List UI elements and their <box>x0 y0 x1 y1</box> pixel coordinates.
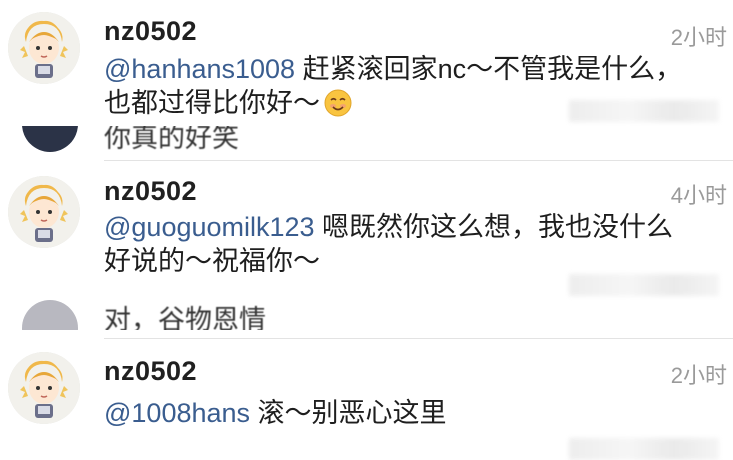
comment-list: nz0502 2小时 @hanhans1008 赶紧滚回家nc～不管我是什么， … <box>0 0 733 460</box>
timestamp: 4小时 <box>670 183 727 208</box>
timestamp: 2小时 <box>670 363 727 388</box>
avatar[interactable] <box>8 176 80 248</box>
divider <box>104 338 733 339</box>
comment-body: 赶紧滚回家nc～不管我是什么， <box>295 54 683 84</box>
comment-body: 滚～别恶心这里 <box>250 398 447 428</box>
partial-comment-text: 你真的好笑 <box>104 126 239 153</box>
cartoon-girl-avatar-icon <box>8 12 80 84</box>
mention-link[interactable]: @1008hans <box>104 398 250 428</box>
blurred-region <box>569 100 719 122</box>
blurred-region <box>569 438 719 460</box>
username[interactable]: nz0502 <box>104 356 197 387</box>
blurred-region <box>569 274 719 296</box>
mention-link[interactable]: @guoguomilk123 <box>104 212 315 242</box>
divider <box>104 160 733 161</box>
mention-link[interactable]: @hanhans1008 <box>104 54 295 84</box>
cartoon-girl-avatar-icon <box>8 176 80 248</box>
comment-body-continued: 好说的～祝福你～ <box>104 246 320 276</box>
avatar[interactable] <box>8 352 80 424</box>
partial-comment-text: 对，谷物恩情 <box>104 305 266 330</box>
partial-comment-item: 你真的好笑 <box>0 126 733 160</box>
comment-text: @guoguomilk123 嗯既然你这么想，我也没什么 好说的～祝福你～ <box>104 210 704 278</box>
timestamp: 2小时 <box>670 25 727 50</box>
username[interactable]: nz0502 <box>104 176 197 207</box>
username[interactable]: nz0502 <box>104 16 197 47</box>
smiling-face-emoji-icon <box>324 89 352 117</box>
cartoon-girl-avatar-icon <box>8 352 80 424</box>
avatar[interactable] <box>8 12 80 84</box>
partial-comment-item: 对，谷物恩情 <box>0 296 733 330</box>
comment-body: 嗯既然你这么想，我也没什么 <box>314 212 674 242</box>
comment-text: @1008hans 滚～别恶心这里 <box>104 396 704 430</box>
comment-body-continued: 也都过得比你好～ <box>104 88 320 118</box>
avatar <box>22 126 78 152</box>
avatar <box>22 300 78 330</box>
